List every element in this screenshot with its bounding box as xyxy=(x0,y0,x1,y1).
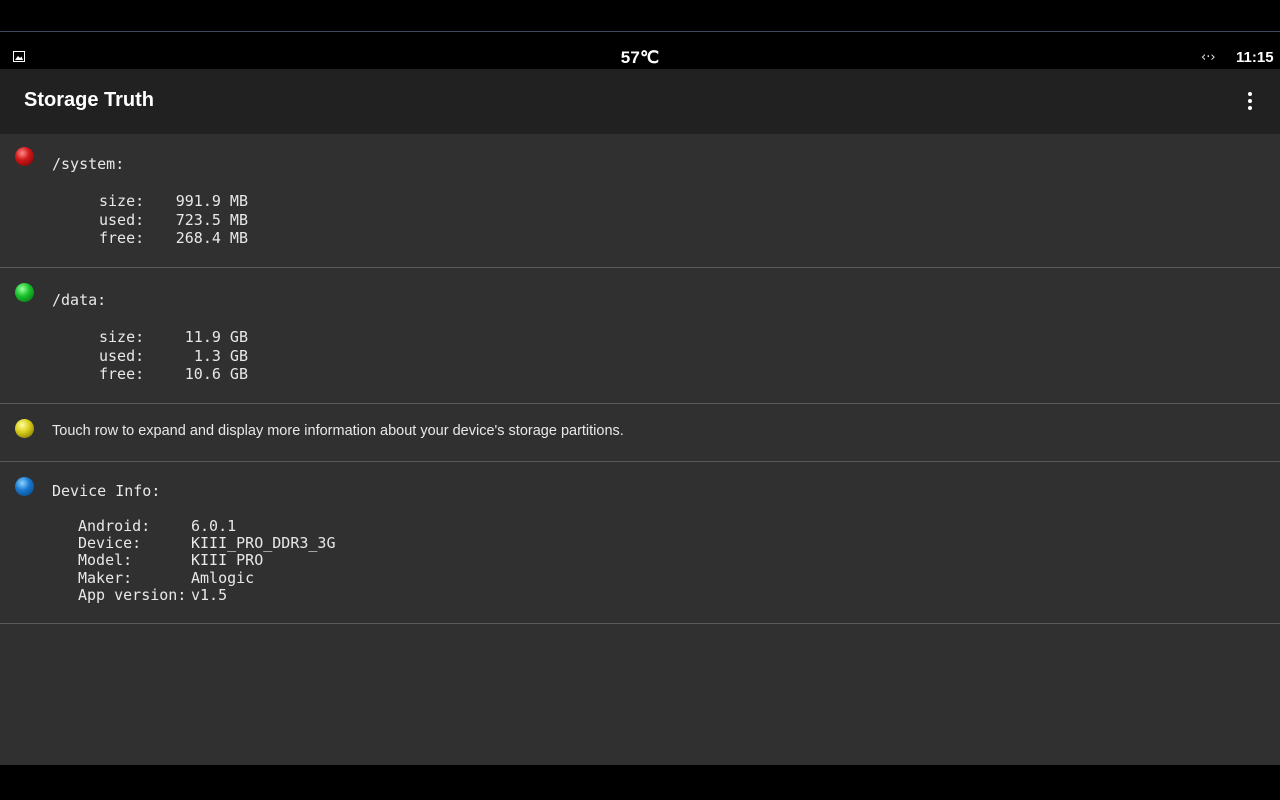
info-label: App version: xyxy=(78,586,187,604)
clock: 11:15 xyxy=(1236,49,1274,66)
used-label: used: xyxy=(99,347,145,365)
device-info-line: Model: KIII PRO xyxy=(78,551,263,569)
app-title: Storage Truth xyxy=(24,89,155,111)
green-ball-icon xyxy=(15,283,34,302)
info-label: Device: xyxy=(78,534,142,552)
used-label: used: xyxy=(99,211,145,229)
screen: 57℃ ‹·› 11:15 Storage Truth /system: siz… xyxy=(0,0,1280,800)
device-info-line: Android: 6.0.1 xyxy=(78,517,236,535)
info-value: Amlogic xyxy=(191,569,255,587)
top-strip xyxy=(0,0,1280,32)
info-label: Android: xyxy=(78,517,151,535)
size-value: 991.9 MB xyxy=(175,192,248,210)
partition-name: /system: xyxy=(52,155,125,173)
partition-free: free: 268.4 MB xyxy=(99,229,248,247)
red-ball-icon xyxy=(15,147,34,166)
free-value: 10.6 GB xyxy=(184,365,248,383)
used-value: 1.3 GB xyxy=(193,347,248,365)
partition-name: /data: xyxy=(52,291,107,309)
status-bar: 57℃ ‹·› 11:15 xyxy=(0,32,1280,69)
device-info-line: App version: v1.5 xyxy=(78,586,227,604)
blue-ball-icon xyxy=(15,477,34,496)
navigation-bar xyxy=(0,765,1280,800)
partition-row-data[interactable]: /data: size: 11.9 GB used: 1.3 GB free: 10.… xyxy=(0,268,1280,404)
device-info-line: Maker: Amlogic xyxy=(78,569,254,587)
info-label: Model: xyxy=(78,551,133,569)
info-label: Maker: xyxy=(78,569,133,587)
free-value: 268.4 MB xyxy=(175,229,248,247)
hint-row[interactable]: Touch row to expand and display more inf… xyxy=(0,404,1280,462)
partition-free: free: 10.6 GB xyxy=(99,365,248,383)
device-info-line: Device: KIII_PRO_DDR3_3G xyxy=(78,534,336,552)
hint-text: Touch row to expand and display more inf… xyxy=(52,423,624,439)
partition-size: size: 11.9 GB xyxy=(99,328,248,346)
content-list: /system: size: 991.9 MB used: 723.5 MB fre… xyxy=(0,134,1280,765)
free-label: free: xyxy=(99,365,145,383)
size-label: size: xyxy=(99,328,145,346)
partition-used: used: 723.5 MB xyxy=(99,211,248,229)
partition-row-system[interactable]: /system: size: 991.9 MB used: 723.5 MB fre… xyxy=(0,134,1280,268)
partition-used: used: 1.3 GB xyxy=(99,347,248,365)
temperature-readout: 57℃ xyxy=(620,48,660,67)
device-info-row[interactable]: Device Info: Android: 6.0.1 Device: KIII_P… xyxy=(0,462,1280,624)
used-value: 723.5 MB xyxy=(175,211,248,229)
free-label: free: xyxy=(99,229,145,247)
info-value: KIII PRO xyxy=(191,551,264,569)
app-bar: Storage Truth xyxy=(0,69,1280,134)
device-info-title: Device Info: xyxy=(52,482,161,500)
yellow-ball-icon xyxy=(15,419,34,438)
more-vert-icon[interactable] xyxy=(1238,87,1262,115)
info-value: 6.0.1 xyxy=(191,517,237,535)
partition-size: size: 991.9 MB xyxy=(99,192,248,210)
info-value: KIII_PRO_DDR3_3G xyxy=(191,534,336,552)
size-value: 11.9 GB xyxy=(184,328,248,346)
network-icon: ‹·› xyxy=(1201,50,1216,65)
info-value: v1.5 xyxy=(191,586,228,604)
size-label: size: xyxy=(99,192,145,210)
